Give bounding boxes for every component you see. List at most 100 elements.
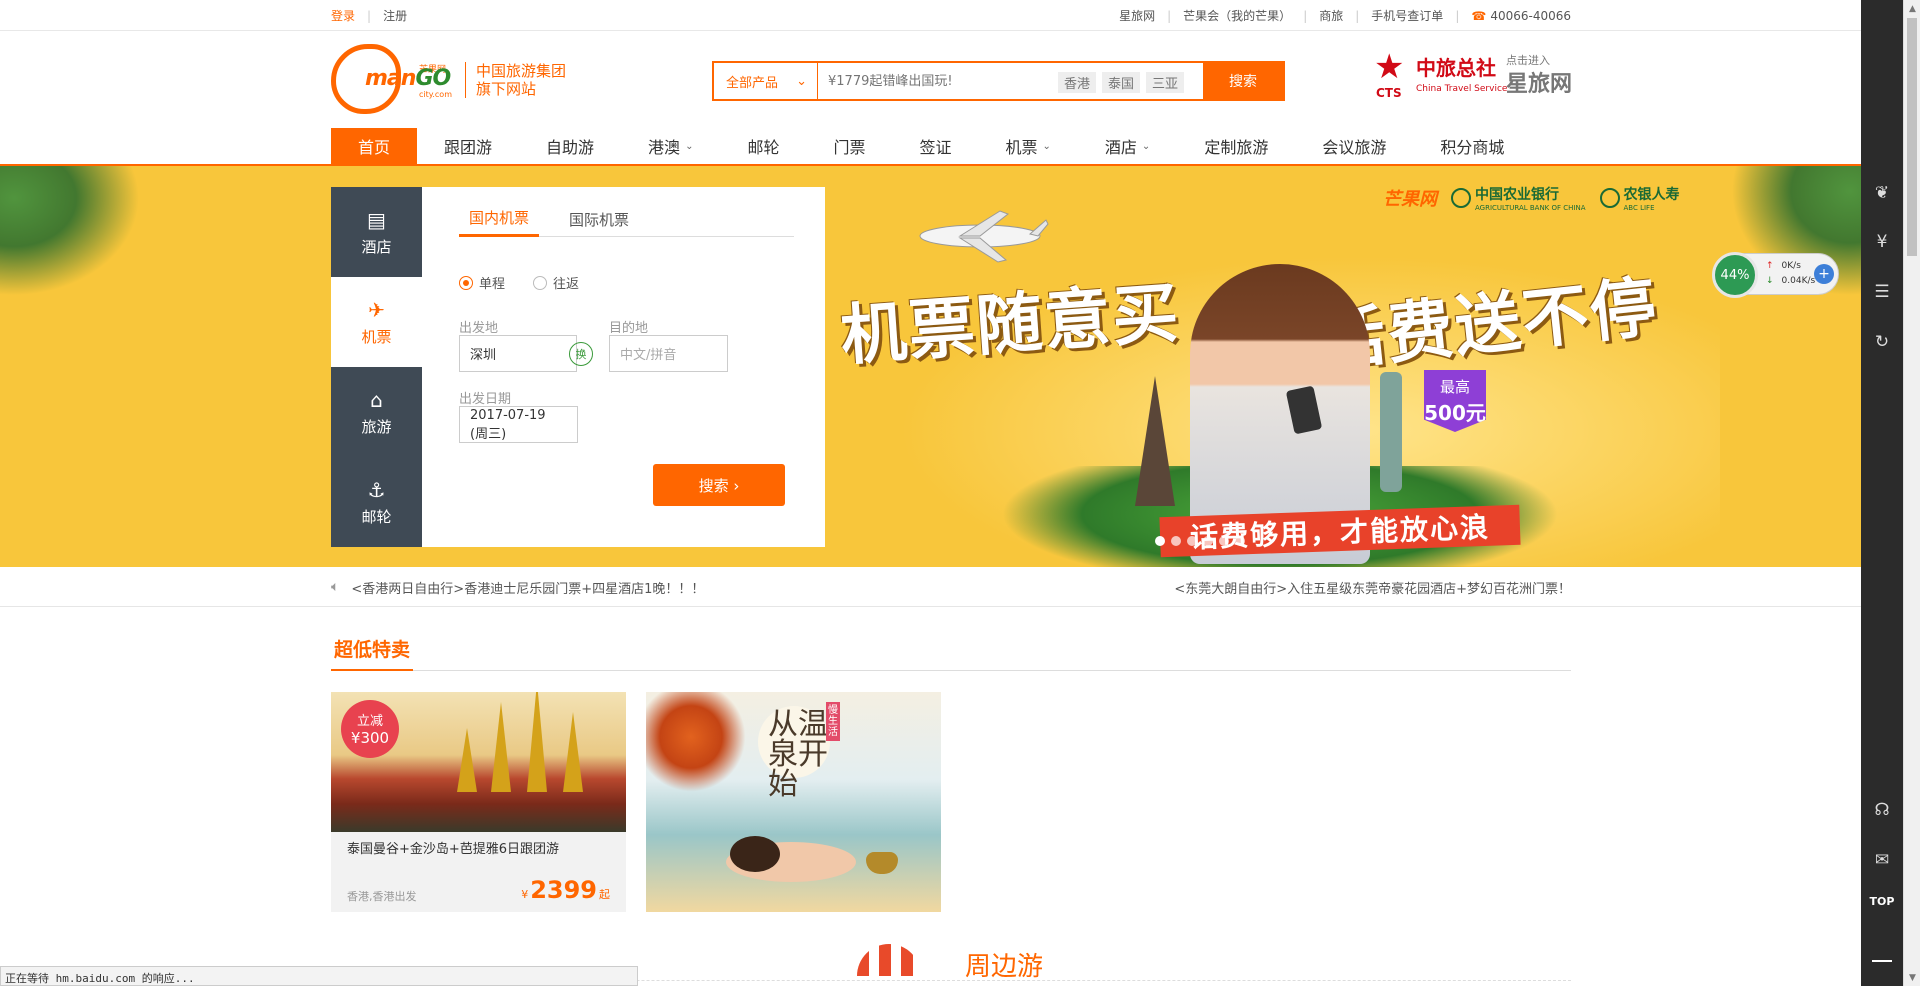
rail-divider [1872, 960, 1892, 962]
cts-name-en: China Travel Service [1416, 84, 1508, 94]
statue-of-liberty-icon [1380, 372, 1402, 492]
chevron-down-icon: ⌄ [685, 140, 694, 152]
search-button[interactable]: 搜索 [1203, 63, 1283, 99]
hot-keyword[interactable]: 三亚 [1146, 72, 1185, 93]
booking-tabs: ▤ 酒店 ✈ 机票 ⌂ 旅游 ⚓ 邮轮 [331, 187, 422, 547]
scroll-up-arrow-icon[interactable]: ▲ [1904, 0, 1920, 17]
slow-life-tag: 慢生活 [826, 702, 840, 741]
max-500-badge: 最高 500元 [1424, 370, 1486, 432]
chevron-down-icon: ⌄ [1042, 140, 1051, 152]
hot-keywords: 香港 泰国 三亚 [1058, 72, 1185, 93]
flight-search-button[interactable]: 搜索 › [653, 464, 785, 506]
search-category-select[interactable]: 全部产品 ⌄ [714, 63, 818, 99]
from-city-input[interactable]: 深圳 [459, 335, 577, 372]
carousel-dot[interactable] [1219, 536, 1229, 546]
hot-keyword[interactable]: 香港 [1058, 72, 1097, 93]
nav-item[interactable]: 酒店 ⌄ [1078, 128, 1177, 164]
notice-link-left[interactable]: <香港两日自由行>香港迪士尼乐园门票+四星酒店1晚！！！ [351, 578, 704, 597]
chat-icon[interactable]: ✉ [1872, 850, 1892, 870]
content: 登录 | 注册 星旅网 | 芒果会（我的芒果） | 商旅 | 手机号查订单 | ☎ 40066… [0, 0, 1861, 986]
abc-life-icon [1599, 188, 1620, 208]
nav-item[interactable]: 机票 ⌄ [979, 128, 1078, 164]
logo-wordmark: manGO [365, 66, 451, 91]
carousel-dot[interactable] [1187, 536, 1197, 546]
swap-cities-button[interactable]: 换 [569, 342, 593, 366]
maple-leaves [646, 692, 746, 792]
refresh-icon[interactable]: ↻ [1872, 332, 1892, 352]
mango-logo[interactable]: 芒果网 manGO city.com [331, 40, 461, 118]
to-city-input[interactable]: 中文/拼音 [609, 335, 728, 372]
radio-round-trip[interactable]: 往返 [533, 273, 579, 292]
nav-item[interactable]: 跟团游 [417, 128, 519, 164]
nav-item[interactable]: 签证 [892, 128, 978, 164]
booking-tab-travel[interactable]: ⌂ 旅游 [331, 367, 422, 457]
bag-icon: ⌂ [370, 387, 383, 412]
date-label: 出发日期 [459, 392, 512, 407]
eiffel-tower-icon [1135, 376, 1175, 506]
flight-form: 国内机票 国际机票 单程 往返 出发地 深圳 换 目的地 中文/拼音 出发日期 … [422, 187, 825, 547]
cts-link[interactable]: ★ CTS 中旅总社 China Travel Service 点击进入 星旅网 [1374, 50, 1574, 104]
cts-site: 星旅网 [1506, 72, 1573, 97]
back-to-top-button[interactable]: TOP [1869, 895, 1895, 908]
login-link[interactable]: 登录 [331, 9, 355, 23]
booking-tab-cruise[interactable]: ⚓ 邮轮 [331, 457, 422, 547]
carousel-dot[interactable] [1235, 536, 1245, 546]
booking-tab-hotel[interactable]: ▤ 酒店 [331, 187, 422, 277]
main-nav: 首页 跟团游 自助游 港澳 ⌄ 邮轮 门票 签证 机票 ⌄ 酒店 ⌄ 定制旅游 会议旅游 积分商城 [0, 128, 1861, 166]
hot-keyword[interactable]: 泰国 [1102, 72, 1141, 93]
partner-logos: 芒果网 中国农业银行 AGRICULTURAL BANK OF CHINA 农银人… [1383, 184, 1680, 212]
headset-icon[interactable]: ☊ [1872, 800, 1892, 820]
right-toolbar: ❦ ¥ ☰ ↻ ☊ ✉ TOP [1861, 0, 1903, 986]
partner-abc: 中国农业银行 AGRICULTURAL BANK OF CHINA [1451, 184, 1586, 212]
note-icon[interactable]: ☰ [1872, 282, 1892, 302]
scroll-thumb[interactable] [1907, 18, 1917, 256]
leaf-icon[interactable]: ❦ [1872, 183, 1892, 203]
scroll-down-arrow-icon[interactable]: ▼ [1904, 969, 1920, 986]
promo-banner[interactable]: 机票随意买 话费送不停 最高 500元 话费够用，才能放心浪 芒果网 中国农业银… [0, 166, 1861, 567]
nav-item[interactable]: 会议旅游 [1295, 128, 1413, 164]
nav-item[interactable]: 自助游 [519, 128, 621, 164]
radio-one-way[interactable]: 单程 [459, 273, 505, 292]
carousel-dot[interactable] [1155, 536, 1165, 546]
nav-item[interactable]: 门票 [806, 128, 892, 164]
nav-item[interactable]: 定制旅游 [1177, 128, 1295, 164]
nav-item[interactable]: 邮轮 [720, 128, 806, 164]
section-title: 超低特卖 [331, 625, 414, 671]
notice-link-right[interactable]: <东莞大朗自由行>入住五星级东莞帝豪花园酒店+梦幻百花洲门票！ [1174, 578, 1571, 597]
arrow-down-icon: ↓ [1766, 276, 1774, 286]
plus-icon[interactable]: + [1814, 264, 1834, 284]
slogan: 中国旅游集团 旗下网站 [465, 62, 566, 98]
top-link-order-lookup[interactable]: 手机号查订单 [1371, 7, 1443, 24]
phone-icon: ☎ [1471, 8, 1487, 23]
vertical-scrollbar[interactable]: ▲ ▼ [1903, 0, 1920, 986]
deal-card[interactable]: 立减 ¥300 泰国曼谷+金沙岛+芭提雅6日跟团游 香港,香港出发 ¥2399 起 [331, 692, 626, 912]
hotline[interactable]: 40066-40066 [1490, 9, 1571, 23]
carousel-dots [1155, 536, 1245, 546]
carousel-dot[interactable] [1171, 536, 1181, 546]
register-link[interactable]: 注册 [383, 9, 407, 23]
carousel-dot[interactable] [1203, 536, 1213, 546]
deal-title: 泰国曼谷+金沙岛+芭提雅6日跟团游 [347, 842, 560, 857]
booking-tab-flight[interactable]: ✈ 机票 [331, 277, 422, 367]
chevron-down-icon: ⌄ [1141, 140, 1151, 152]
top-link-business[interactable]: 商旅 [1319, 7, 1343, 24]
yen-icon[interactable]: ¥ [1872, 232, 1892, 252]
hot-spring-card[interactable]: 从温泉开始 慢生活 [646, 692, 941, 912]
site-search: 全部产品⌄ 香港 泰国 三亚 搜索 [712, 61, 1285, 101]
depart-date-input[interactable]: 2017-07-19 (周三) [459, 406, 578, 443]
nav-item[interactable]: 港澳 ⌄ [621, 128, 720, 164]
from-label: 出发地 [459, 321, 499, 336]
trip-type: 单程 往返 [459, 273, 579, 292]
arrow-up-icon: ↑ [1766, 261, 1774, 271]
tab-international-flight[interactable]: 国际机票 [559, 201, 639, 237]
umbrella-icon [857, 944, 921, 976]
deal-price: ¥2399 起 [521, 876, 610, 904]
top-link-xinglv[interactable]: 星旅网 [1119, 7, 1155, 24]
tab-domestic-flight[interactable]: 国内机票 [459, 201, 540, 237]
nav-item[interactable]: 首页 [331, 128, 418, 164]
nav-item[interactable]: 积分商城 [1413, 128, 1531, 164]
top-link-mango-club[interactable]: 芒果会（我的芒果） [1183, 7, 1291, 24]
plane-icon: ✈ [368, 297, 385, 322]
network-speed-widget[interactable]: 44% ↑ 0K/s ↓ 0.04K/s + [1712, 252, 1839, 298]
chevron-down-icon: ⌄ [796, 73, 807, 89]
